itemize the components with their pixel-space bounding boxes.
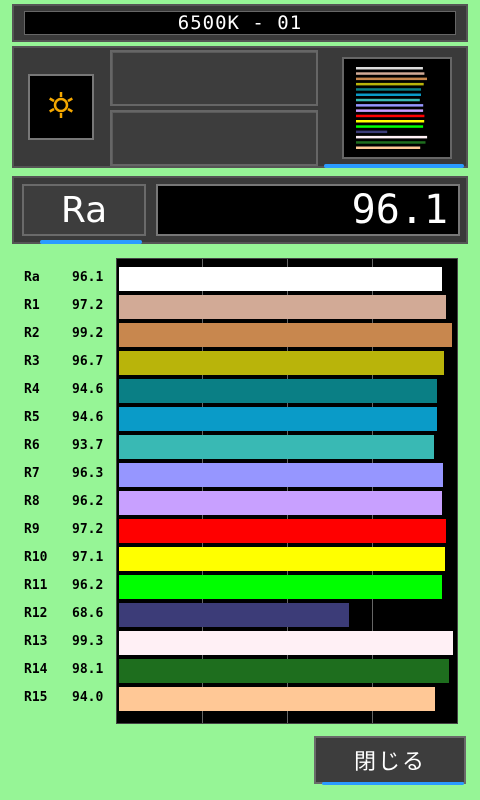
spectrum-mini-bar	[356, 67, 423, 70]
ra-panel: Ra 96.1	[12, 176, 468, 244]
light-mode-button[interactable]	[28, 74, 94, 140]
cri-value-r13: 99.3	[72, 634, 104, 649]
spectrum-bars-icon	[342, 57, 452, 159]
cri-bar-r2	[119, 323, 452, 347]
cri-value-r1: 97.2	[72, 298, 104, 313]
spectrum-mini-bar	[356, 72, 425, 75]
cri-label-r14: R14	[24, 662, 48, 677]
spectrum-mini-bar	[356, 114, 425, 118]
cri-label-r1: R1	[24, 298, 40, 313]
spectrum-mini-bar	[356, 82, 424, 86]
cri-value-r12: 68.6	[72, 606, 104, 621]
cri-value-r14: 98.1	[72, 662, 104, 677]
cri-bar-r7	[119, 463, 443, 487]
selected-indicator	[324, 164, 464, 168]
cri-value-r4: 94.6	[72, 382, 104, 397]
cri-label-r12: R12	[24, 606, 48, 621]
ra-underline	[40, 240, 142, 244]
cri-bar-r1	[119, 295, 446, 319]
cri-label-r11: R11	[24, 578, 48, 593]
spectrum-mini-bar	[356, 88, 421, 91]
cri-label-r9: R9	[24, 522, 40, 537]
cri-label-r7: R7	[24, 466, 40, 481]
spectrum-mini-bar	[356, 146, 421, 149]
cri-label-ra: Ra	[24, 270, 40, 285]
spectrum-view-button[interactable]	[338, 54, 456, 162]
cri-label-r8: R8	[24, 494, 40, 509]
cri-bar-r8	[119, 491, 442, 515]
cri-value-r10: 97.1	[72, 550, 104, 565]
cri-value-r11: 96.2	[72, 578, 104, 593]
blank-button-bottom[interactable]	[110, 110, 318, 166]
spectrum-mini-bar	[356, 135, 428, 139]
cri-value-r15: 94.0	[72, 690, 104, 705]
cri-label-r4: R4	[24, 382, 40, 397]
cri-bar-r6	[119, 435, 434, 459]
cri-bar-r9	[119, 519, 446, 543]
ra-value-display: 96.1	[156, 184, 460, 236]
cri-label-r10: R10	[24, 550, 48, 565]
cri-bar-r4	[119, 379, 437, 403]
cri-bar-r14	[119, 659, 449, 683]
cri-value-r7: 96.3	[72, 466, 104, 481]
cri-label-r6: R6	[24, 438, 40, 453]
cri-bar-ra	[119, 267, 442, 291]
cri-bar-r12	[119, 603, 349, 627]
cri-label-r2: R2	[24, 326, 40, 341]
mode-panel	[12, 46, 468, 168]
cri-bar-chart	[116, 258, 458, 724]
spectrum-mini-bar	[356, 77, 427, 81]
blank-button-top[interactable]	[110, 50, 318, 106]
cri-bar-r15	[119, 687, 435, 711]
cri-label-r13: R13	[24, 634, 48, 649]
cri-label-r3: R3	[24, 354, 40, 369]
spectrum-mini-bar	[356, 141, 426, 144]
cri-value-r3: 96.7	[72, 354, 104, 369]
spectrum-mini-bar	[356, 104, 424, 107]
close-button[interactable]: 閉じる	[314, 736, 466, 784]
spectrum-mini-bar	[356, 125, 424, 128]
cri-value-r5: 94.6	[72, 410, 104, 425]
cri-label-r15: R15	[24, 690, 48, 705]
cri-bar-r11	[119, 575, 442, 599]
cri-value-r9: 97.2	[72, 522, 104, 537]
cri-bar-r13	[119, 631, 453, 655]
sun-icon	[46, 90, 76, 124]
window-title: 6500K - 01	[24, 11, 456, 35]
ra-label-button[interactable]: Ra	[22, 184, 146, 236]
cri-bar-r3	[119, 351, 444, 375]
spectrum-mini-bar	[356, 130, 388, 134]
title-bar: 6500K - 01	[12, 4, 468, 42]
close-underline	[322, 782, 464, 785]
cri-value-r8: 96.2	[72, 494, 104, 509]
spectrum-mini-bar	[356, 93, 421, 96]
cri-bar-r5	[119, 407, 437, 431]
cri-bar-r10	[119, 547, 445, 571]
cri-value-r6: 93.7	[72, 438, 104, 453]
cri-value-r2: 99.2	[72, 326, 104, 341]
spectrum-mini-bar	[356, 120, 425, 123]
cri-label-r5: R5	[24, 410, 40, 425]
cri-value-ra: 96.1	[72, 270, 104, 285]
spectrum-mini-bar	[356, 109, 424, 112]
spectrum-mini-bar	[356, 98, 420, 102]
